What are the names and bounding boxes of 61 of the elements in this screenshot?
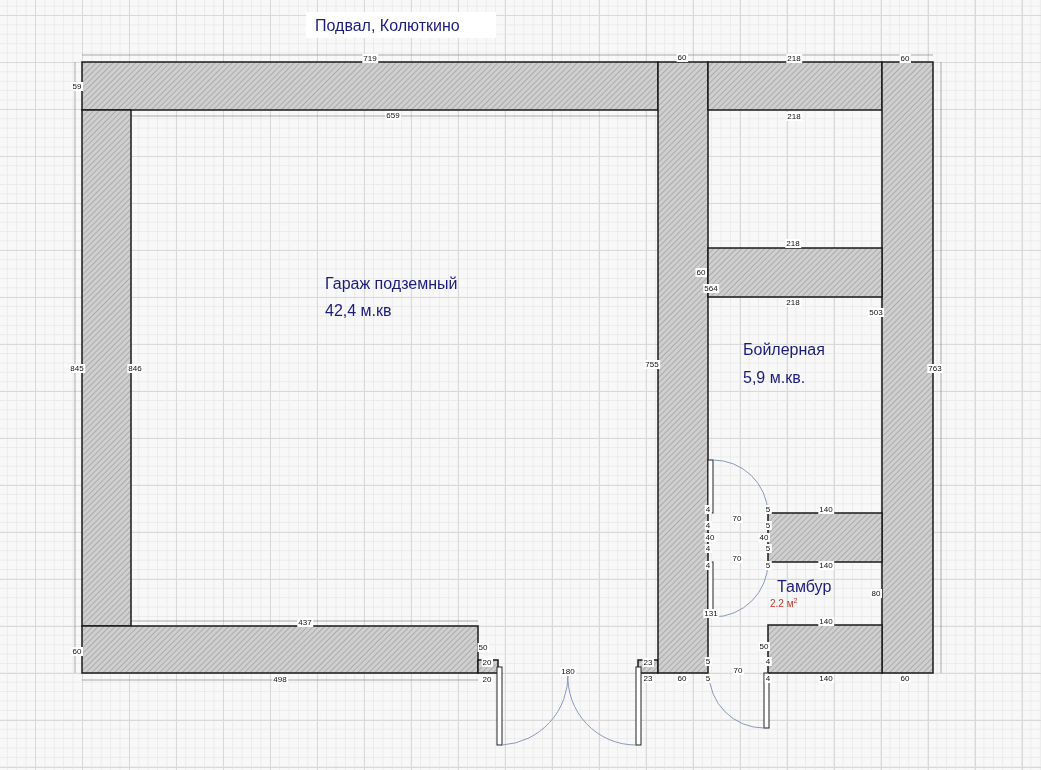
dimension-label: 70 [732,666,744,675]
dimension-label: 140 [818,561,835,570]
door-drawing [707,459,769,514]
room-name: Тамбур [777,578,832,595]
dimension-label: 50 [477,643,489,652]
dimension-label: 5 [704,674,712,683]
room-area: 5,9 м.кв. [743,369,806,386]
room-name: Гараж подземный [325,275,458,292]
dimension-label: 60 [676,53,688,62]
dimension-label: 23 [642,658,654,667]
dimension-label: 5 [764,544,772,553]
dimension-label: 40 [758,533,770,542]
dimension-label: 5 [704,657,712,666]
dimension-label: 4 [764,657,772,666]
dimension-label: 5 [764,561,772,570]
door-drawing [708,672,770,729]
dimension-label: 845 [69,364,86,373]
dimension-label: 140 [818,617,835,626]
dimension-label: 59 [71,82,83,91]
dimension-label: 5 [764,505,772,514]
dimension-label: 218 [786,112,803,121]
dimension-label: 23 [642,674,654,683]
dimension-label: 4 [704,561,712,570]
room-area: 42,4 м.кв [325,302,392,319]
dimension-label: 50 [758,642,770,651]
dimension-label: 4 [704,505,712,514]
plan-title: Подвал, Колюткино [306,12,496,38]
dimension-label: 5 [764,521,772,530]
dimension-label: 218 [785,239,802,248]
dimension-label: 659 [385,111,402,120]
dimension-label: 140 [818,505,835,514]
dimension-label: 60 [695,268,707,277]
dimension-label: 503 [868,308,885,317]
dimension-label: 131 [703,609,720,618]
dimension-label: 755 [644,360,661,369]
dimension-label: 564 [703,284,720,293]
dimension-label: 60 [899,674,911,683]
dimension-label: 218 [785,298,802,307]
dimension-label: 60 [899,54,911,63]
dimension-label: 60 [676,674,688,683]
dimension-label: 70 [731,514,743,523]
dimension-label: 80 [870,589,882,598]
room-area: 2.2 м$^{2}$ [770,597,798,609]
dimension-label: 719 [362,54,379,63]
dimension-label: 4 [764,674,772,683]
dimension-label: 437 [297,618,314,627]
dimension-label: 4 [704,544,712,553]
dimension-label: 40 [704,533,716,542]
dimension-label: 70 [731,554,743,563]
dimension-label: 218 [786,54,803,63]
dimension-label: 20 [481,658,493,667]
room-name: Бойлерная [743,341,825,358]
dimension-label: 498 [272,675,289,684]
door-drawing [707,561,769,618]
dimension-label: 60 [71,647,83,656]
dimension-label: 4 [704,521,712,530]
dimension-label: 846 [127,364,144,373]
dimension-label: 140 [818,674,835,683]
dimension-label: 180 [560,667,577,676]
dimension-label: 763 [927,364,944,373]
dimension-label: 20 [481,675,493,684]
